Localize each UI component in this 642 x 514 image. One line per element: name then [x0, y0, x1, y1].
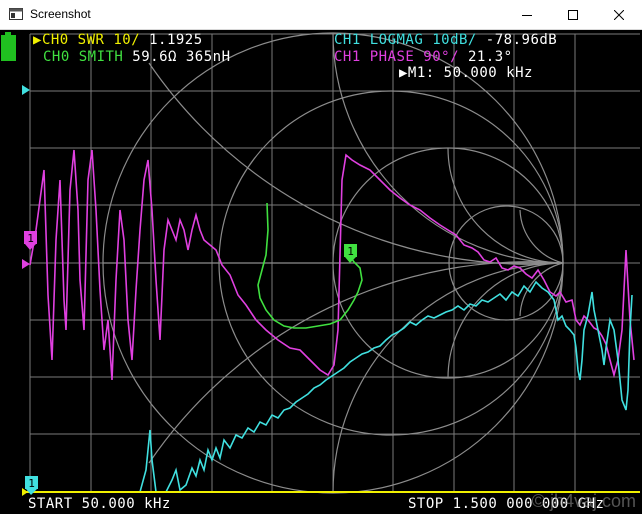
ch1-logmag-trace: [30, 280, 633, 493]
close-icon: [614, 10, 624, 20]
window-title: Screenshot: [30, 7, 91, 21]
svg-text:1: 1: [347, 245, 354, 258]
vna-display: 1 1 1 ▶CH0 SWR 10/ 1.1925 CH0 SMITH 59.6…: [0, 30, 642, 514]
battery-icon: [1, 32, 16, 61]
svg-text:1: 1: [27, 232, 34, 245]
ref-marker-cyan: [22, 85, 30, 95]
ch1-logmag-label: CH1 LOGMAG 10dB/ -78.96dB: [334, 32, 558, 48]
ch1-phase-label: CH1 PHASE 90°/ 21.3°: [334, 49, 513, 65]
ref-marker-magenta: [22, 259, 30, 269]
active-marker-readout: ▶M1: 50.000 kHz: [399, 65, 533, 81]
start-frequency: START 50.000 kHz: [28, 496, 171, 512]
minimize-icon: [522, 15, 532, 16]
ch0-smith-trace: [257, 202, 363, 329]
watermark: © jh4vaj.com: [531, 491, 636, 511]
marker-1-green: 1: [344, 244, 357, 263]
ch0-swr-label: ▶CH0 SWR 10/ 1.1925: [33, 32, 203, 48]
svg-text:1: 1: [28, 477, 35, 490]
close-button[interactable]: [596, 0, 642, 30]
screenshot-window: Screenshot 1 1 1 ▶CH0 SWR 10/ 1.1925 CH0…: [0, 0, 642, 514]
title-bar[interactable]: Screenshot: [0, 0, 642, 30]
maximize-icon: [568, 10, 578, 20]
ch0-smith-label: CH0 SMITH 59.6Ω 365nH: [43, 49, 231, 65]
minimize-button[interactable]: [504, 0, 550, 30]
maximize-button[interactable]: [550, 0, 596, 30]
app-icon: [9, 8, 23, 20]
marker-1-magenta: 1: [24, 231, 37, 250]
plot-area: 1 1 1: [1, 32, 640, 496]
